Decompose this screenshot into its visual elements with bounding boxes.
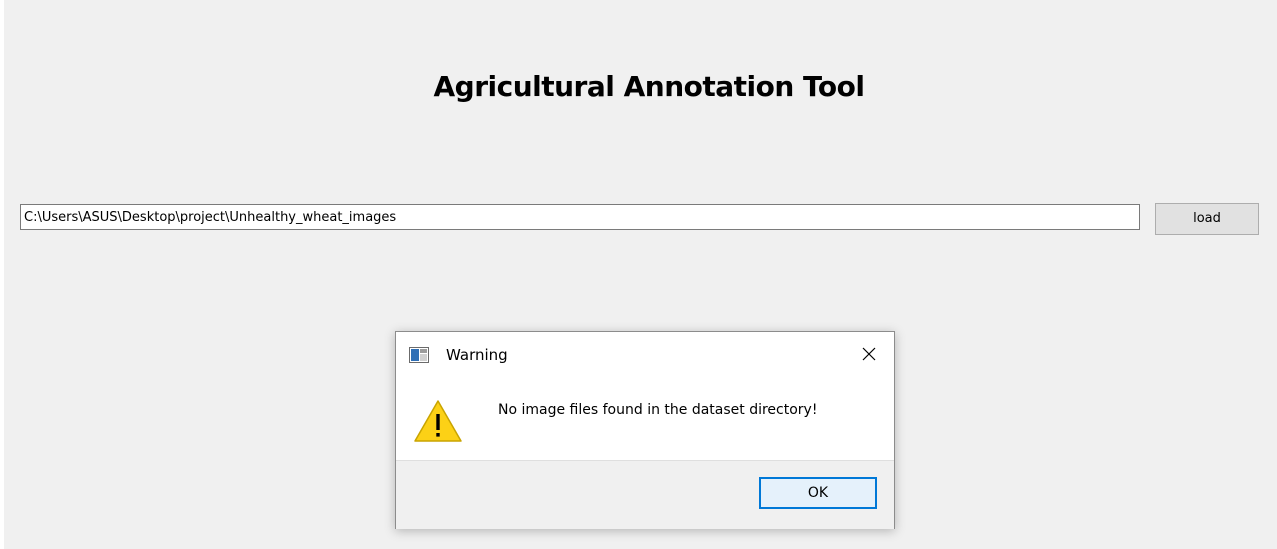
- app-title: Agricultural Annotation Tool: [433, 70, 865, 103]
- dialog-message: No image files found in the dataset dire…: [498, 402, 818, 418]
- warning-icon: [414, 400, 462, 442]
- ok-button[interactable]: OK: [759, 477, 877, 509]
- load-button[interactable]: load: [1155, 203, 1259, 235]
- warning-dialog: Warning No image files found in the data…: [395, 331, 895, 529]
- dialog-title: Warning: [446, 346, 508, 364]
- close-icon[interactable]: [861, 346, 877, 362]
- dialog-titlebar[interactable]: Warning: [396, 332, 894, 378]
- dataset-path-input[interactable]: [20, 204, 1140, 230]
- window-app-icon: [409, 347, 429, 363]
- dialog-button-bar: OK: [396, 460, 894, 529]
